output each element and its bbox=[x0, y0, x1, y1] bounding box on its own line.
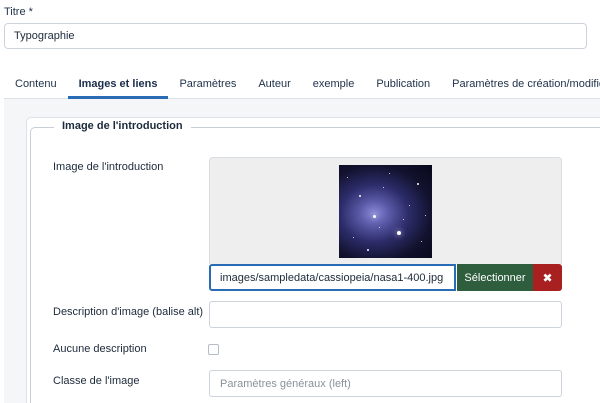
title-label: Titre * bbox=[4, 6, 33, 18]
image-class-input[interactable] bbox=[209, 370, 562, 397]
alt-text-input[interactable] bbox=[209, 301, 562, 328]
tab-contenu[interactable]: Contenu bbox=[4, 70, 68, 99]
tab-exemple[interactable]: exemple bbox=[302, 70, 366, 99]
image-preview-area bbox=[209, 157, 562, 264]
intro-image-label: Image de l'introduction bbox=[53, 161, 164, 173]
image-class-label: Classe de l'image bbox=[53, 375, 140, 387]
tab-auteur[interactable]: Auteur bbox=[247, 70, 301, 99]
intro-image-path-input[interactable] bbox=[209, 264, 456, 291]
clear-image-button[interactable]: ✖ bbox=[533, 264, 562, 291]
tab-images-et-liens[interactable]: Images et liens bbox=[67, 70, 169, 99]
fieldset-legend: Image de l'introduction bbox=[54, 120, 191, 132]
select-image-button[interactable]: Sélectionner bbox=[457, 264, 533, 291]
no-description-label: Aucune description bbox=[53, 343, 147, 355]
title-input[interactable] bbox=[4, 23, 587, 49]
alt-text-label: Description d'image (balise alt) bbox=[53, 306, 204, 318]
tab-parametres-creation[interactable]: Paramètres de création/modification bbox=[441, 70, 600, 99]
tab-parametres[interactable]: Paramètres bbox=[168, 70, 247, 99]
tab-publication[interactable]: Publication bbox=[365, 70, 441, 99]
tab-bar: Contenu Images et liens Paramètres Auteu… bbox=[4, 70, 600, 99]
no-description-checkbox[interactable] bbox=[208, 344, 219, 355]
intro-image-thumbnail bbox=[339, 165, 432, 258]
close-icon: ✖ bbox=[542, 270, 553, 285]
